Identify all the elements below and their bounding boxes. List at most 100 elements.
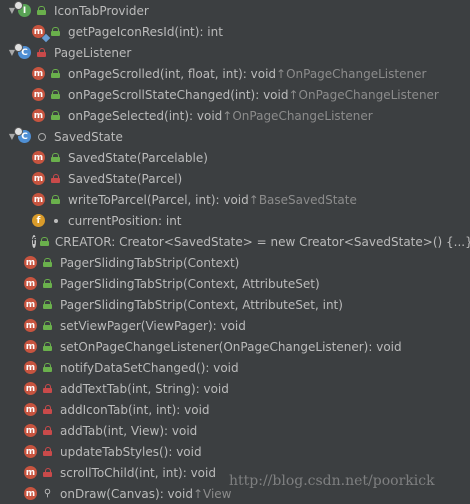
public-access-icon xyxy=(41,363,54,372)
node-label: SavedState(Parcelable) xyxy=(68,150,208,165)
interface-icon: I xyxy=(14,1,31,17)
method-icon: m xyxy=(24,256,37,269)
node-label: IconTabProvider xyxy=(54,3,149,18)
method-icon: m xyxy=(24,277,37,290)
node-label: PagerSlidingTabStrip(Context, AttributeS… xyxy=(60,276,320,291)
override-suffix: ↑OnPageChangeListener xyxy=(288,87,439,102)
method-icon: m xyxy=(32,151,45,164)
tree-node[interactable]: m updateTabStyles(): void xyxy=(0,441,470,462)
node-label: writeToParcel(Parcel, int): void xyxy=(68,192,249,207)
method-icon: m xyxy=(24,319,37,332)
node-label: CREATOR: Creator<SavedState> = new Creat… xyxy=(54,234,470,249)
method-icon: m xyxy=(24,382,37,395)
method-icon: m xyxy=(32,172,45,185)
override-suffix: ↑View xyxy=(192,486,232,501)
node-label: PageListener xyxy=(54,45,132,60)
node-label: SavedState xyxy=(54,129,123,144)
node-label: updateTabStyles(): void xyxy=(60,444,202,459)
public-access-icon xyxy=(41,300,54,309)
private-access-icon xyxy=(41,426,54,435)
tree-node[interactable]: m setViewPager(ViewPager): void xyxy=(0,315,470,336)
tree-node[interactable]: m notifyDataSetChanged(): void xyxy=(0,357,470,378)
public-access-icon xyxy=(49,195,62,204)
method-icon: m xyxy=(24,361,37,374)
tree-node-group[interactable]: ▼ C SavedState xyxy=(0,126,470,147)
method-icon: m xyxy=(24,487,37,500)
protected-access-icon: ⚲ xyxy=(43,487,52,499)
override-suffix: ↑OnPageChangeListener xyxy=(222,108,373,123)
private-access-icon xyxy=(35,48,48,57)
private-access-icon xyxy=(41,405,54,414)
class-icon: C xyxy=(14,43,31,59)
public-access-icon xyxy=(49,111,62,120)
tree-node[interactable]: m onPageScrolled(int, float, int): void ↑… xyxy=(0,63,470,84)
method-icon: m xyxy=(32,88,45,101)
method-abstract-icon: m xyxy=(32,25,51,43)
node-label: PagerSlidingTabStrip(Context) xyxy=(60,255,240,270)
tree-node[interactable]: m PagerSlidingTabStrip(Context) xyxy=(0,252,470,273)
tree-node[interactable]: m setOnPageChangeListener(OnPageChangeLis… xyxy=(0,336,470,357)
node-label: setOnPageChangeListener(OnPageChangeList… xyxy=(60,339,402,354)
node-label: addTab(int, View): void xyxy=(60,423,198,438)
static-field-icon: f xyxy=(32,235,36,248)
tree-node[interactable]: m onPageScrollStateChanged(int): void ↑On… xyxy=(0,84,470,105)
node-label: PagerSlidingTabStrip(Context, AttributeS… xyxy=(60,297,343,312)
method-icon: m xyxy=(24,403,37,416)
method-icon: m xyxy=(24,424,37,437)
method-icon: m xyxy=(24,298,37,311)
tree-node[interactable]: m PagerSlidingTabStrip(Context, Attribute… xyxy=(0,273,470,294)
tree-node[interactable]: m SavedState(Parcelable) xyxy=(0,147,470,168)
node-label: notifyDataSetChanged(): void xyxy=(60,360,239,375)
node-label: scrollToChild(int, int): void xyxy=(60,465,216,480)
method-icon: m xyxy=(32,67,45,80)
public-access-icon xyxy=(41,342,54,351)
package-access-icon xyxy=(49,218,62,223)
private-access-icon xyxy=(49,174,62,183)
method-icon: m xyxy=(24,445,37,458)
node-label: getPageIconResId(int): int xyxy=(68,24,223,39)
public-access-icon xyxy=(49,69,62,78)
tree-node[interactable]: m SavedState(Parcel) xyxy=(0,168,470,189)
public-access-icon xyxy=(49,90,62,99)
override-suffix: ↑BaseSavedState xyxy=(248,192,357,207)
tree-node[interactable]: m PagerSlidingTabStrip(Context, Attribute… xyxy=(0,294,470,315)
method-icon: m xyxy=(24,466,37,479)
node-label: addIconTab(int, int): void xyxy=(60,402,210,417)
node-label: onDraw(Canvas): void xyxy=(60,486,193,501)
private-access-icon xyxy=(41,384,54,393)
public-access-icon xyxy=(41,258,54,267)
public-access-icon xyxy=(41,321,54,330)
package-access-icon xyxy=(35,132,48,141)
node-label: setViewPager(ViewPager): void xyxy=(60,318,246,333)
public-access-icon xyxy=(49,27,62,36)
public-access-icon xyxy=(39,237,49,246)
tree-node[interactable]: m onPageSelected(int): void ↑OnPageChange… xyxy=(0,105,470,126)
tree-node[interactable]: m writeToParcel(Parcel, int): void ↑BaseS… xyxy=(0,189,470,210)
private-access-icon xyxy=(41,447,54,456)
tree-node[interactable]: m addTab(int, View): void xyxy=(0,420,470,441)
method-icon: m xyxy=(24,340,37,353)
tree-node[interactable]: m getPageIconResId(int): int xyxy=(0,21,470,43)
watermark-text: http://blog.csdn.net/poorkick xyxy=(229,473,435,489)
public-access-icon xyxy=(41,279,54,288)
tree-node[interactable]: m addTextTab(int, String): void xyxy=(0,378,470,399)
node-label: SavedState(Parcel) xyxy=(68,171,183,186)
node-label: currentPosition: int xyxy=(68,213,182,228)
public-access-icon xyxy=(49,153,62,162)
override-suffix: ↑OnPageChangeListener xyxy=(276,66,427,81)
tree-node-group[interactable]: ▼ C PageListener xyxy=(0,42,470,63)
node-label: onPageSelected(int): void xyxy=(68,108,223,123)
method-icon: m xyxy=(32,193,45,206)
method-icon: m xyxy=(32,109,45,122)
tree-node[interactable]: m addIconTab(int, int): void xyxy=(0,399,470,420)
public-access-icon xyxy=(35,6,48,15)
private-access-icon xyxy=(41,468,54,477)
node-label: onPageScrolled(int, float, int): void xyxy=(68,66,277,81)
tree-node[interactable]: f currentPosition: int xyxy=(0,210,470,231)
field-icon: f xyxy=(32,214,45,227)
tree-node[interactable]: f CREATOR: Creator<SavedState> = new Crea… xyxy=(0,231,470,252)
class-icon: C xyxy=(14,127,31,143)
tree-node-group[interactable]: ▼ I IconTabProvider xyxy=(0,0,470,21)
node-label: onPageScrollStateChanged(int): void xyxy=(68,87,289,102)
node-label: addTextTab(int, String): void xyxy=(60,381,229,396)
